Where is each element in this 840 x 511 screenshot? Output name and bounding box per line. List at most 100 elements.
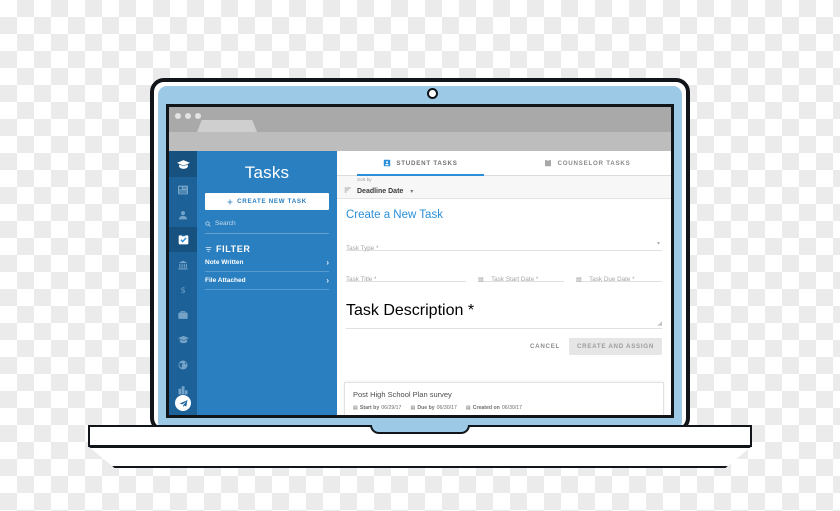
sidebar-item-list[interactable] bbox=[169, 177, 197, 202]
task-description-label: Task Description * bbox=[346, 302, 475, 319]
filter-heading-label: FILTER bbox=[216, 244, 251, 254]
search-icon bbox=[205, 220, 211, 227]
traffic-lights bbox=[175, 113, 201, 119]
calendar-icon: ▤ bbox=[410, 405, 416, 411]
task-title-label: Task Title * bbox=[346, 276, 377, 283]
sort-icon bbox=[344, 187, 351, 193]
tasks-panel: Tasks CREATE NEW TASK Search FILTER Note… bbox=[197, 151, 337, 415]
form-actions: CANCEL CREATE AND ASSIGN bbox=[346, 338, 662, 355]
list-icon bbox=[178, 185, 188, 194]
paper-plane-icon bbox=[179, 399, 187, 407]
sort-by-label: Sort by bbox=[357, 177, 372, 182]
sidebar-item-explore[interactable] bbox=[169, 352, 197, 377]
filter-item-label: File Attached bbox=[205, 277, 246, 284]
task-start-date-input[interactable]: ▤ Task Start Date * bbox=[478, 268, 564, 283]
task-title-date-row: Task Title * ▤ Task Start Date * ▤ Task … bbox=[346, 268, 662, 283]
filter-heading: FILTER bbox=[205, 244, 329, 254]
create-and-assign-button[interactable]: CREATE AND ASSIGN bbox=[569, 338, 662, 355]
sidebar-item-finance[interactable]: $ bbox=[169, 277, 197, 302]
globe-icon bbox=[178, 360, 188, 369]
resize-handle-icon[interactable]: ◢ bbox=[657, 320, 662, 327]
sidebar-item-colleges[interactable] bbox=[169, 327, 197, 352]
cancel-button[interactable]: CANCEL bbox=[530, 343, 560, 350]
camera-icon bbox=[427, 88, 438, 99]
create-task-form: Create a New Task Task Type * ▾ Task Tit… bbox=[337, 199, 671, 355]
graduation-cap-icon bbox=[177, 335, 189, 344]
tab-label: STUDENT TASKS bbox=[396, 159, 458, 167]
tab-bar: STUDENT TASKS COUNSELOR TASKS bbox=[337, 151, 671, 176]
search-placeholder: Search bbox=[215, 220, 236, 227]
sidebar-item-institutions[interactable] bbox=[169, 252, 197, 277]
sort-bar[interactable]: Sort by Deadline Date ▾ bbox=[337, 176, 671, 199]
tab-counselor-tasks[interactable]: COUNSELOR TASKS bbox=[504, 151, 671, 175]
calendar-icon: ▤ bbox=[353, 405, 358, 411]
send-fab-button[interactable] bbox=[175, 395, 191, 411]
chevron-down-icon: ▾ bbox=[656, 241, 660, 247]
filter-item-file-attached[interactable]: File Attached › bbox=[205, 272, 329, 290]
close-dot-icon[interactable] bbox=[175, 113, 181, 119]
task-due-date-input[interactable]: ▤ Task Due Date * bbox=[576, 268, 662, 283]
graduation-cap-icon bbox=[176, 159, 190, 169]
task-due-prefix: Due by bbox=[417, 405, 435, 411]
laptop-base-bottom bbox=[88, 446, 752, 468]
sidebar-item-careers[interactable] bbox=[169, 302, 197, 327]
laptop-screen: $ Tasks CREATE NEW TASK Search FILTER No… bbox=[166, 104, 674, 418]
app-logo[interactable] bbox=[169, 151, 197, 177]
calendar-icon: ▤ bbox=[576, 277, 582, 283]
create-new-task-label: CREATE NEW TASK bbox=[237, 198, 307, 205]
task-due-meta: ▤ Due by 06/30/17 bbox=[410, 405, 456, 411]
create-new-task-button[interactable]: CREATE NEW TASK bbox=[205, 193, 329, 210]
laptop-hinge-notch bbox=[370, 425, 470, 434]
tab-label: COUNSELOR TASKS bbox=[557, 159, 631, 167]
task-start-date-label: Task Start Date * bbox=[491, 276, 539, 283]
person-icon bbox=[178, 210, 188, 219]
sidebar-item-tasks[interactable] bbox=[169, 227, 197, 252]
sidebar-item-person[interactable] bbox=[169, 202, 197, 227]
task-title-input[interactable]: Task Title * bbox=[346, 268, 466, 283]
calendar-icon: ▤ bbox=[465, 405, 471, 411]
task-start-meta: ▤ Start by 06/29/17 bbox=[353, 405, 401, 411]
maximize-dot-icon[interactable] bbox=[195, 113, 201, 119]
minimize-dot-icon[interactable] bbox=[185, 113, 191, 119]
task-type-select[interactable]: Task Type * ▾ bbox=[346, 237, 662, 252]
filter-icon bbox=[205, 246, 212, 252]
form-title: Create a New Task bbox=[346, 209, 443, 221]
chevron-right-icon: › bbox=[326, 276, 329, 285]
calendar-icon: ▤ bbox=[478, 277, 484, 283]
clipboard-icon bbox=[545, 159, 552, 167]
task-due-date-label: Task Due Date * bbox=[589, 276, 635, 283]
browser-chrome bbox=[169, 107, 671, 151]
clipboard-person-icon bbox=[384, 159, 391, 167]
filter-item-label: Note Written bbox=[205, 259, 244, 266]
search-input[interactable]: Search bbox=[205, 220, 329, 234]
task-start-value: 06/29/17 bbox=[381, 405, 402, 411]
task-created-prefix: Created on bbox=[472, 405, 500, 411]
dollar-icon: $ bbox=[181, 285, 186, 295]
tab-student-tasks[interactable]: STUDENT TASKS bbox=[337, 151, 504, 176]
main-content: STUDENT TASKS COUNSELOR TASKS Sort by De… bbox=[337, 151, 671, 415]
task-card-meta: ▤ Start by 06/29/17 ▤ Due by 06/30/17 ▤ … bbox=[353, 405, 655, 411]
briefcase-icon bbox=[178, 310, 188, 319]
task-due-value: 06/30/17 bbox=[436, 405, 457, 411]
chart-building-icon bbox=[178, 385, 188, 394]
task-card-title: Post High School Plan survey bbox=[353, 390, 452, 399]
chevron-down-icon[interactable]: ▾ bbox=[410, 188, 413, 195]
panel-title: Tasks bbox=[244, 163, 290, 182]
task-card[interactable]: Post High School Plan survey ▤ Start by … bbox=[344, 382, 664, 415]
filter-item-note-written[interactable]: Note Written › bbox=[205, 254, 329, 272]
bank-icon bbox=[178, 260, 188, 269]
chevron-right-icon: › bbox=[326, 258, 329, 267]
icon-rail: $ bbox=[169, 151, 197, 415]
task-description-textarea[interactable]: Task Description * ◢ bbox=[346, 302, 662, 329]
task-start-prefix: Start by bbox=[359, 405, 380, 411]
browser-url-bar[interactable] bbox=[169, 132, 671, 151]
laptop-mockup: $ Tasks CREATE NEW TASK Search FILTER No… bbox=[0, 0, 840, 511]
app-root: $ Tasks CREATE NEW TASK Search FILTER No… bbox=[169, 151, 671, 415]
task-type-label: Task Type * bbox=[346, 245, 379, 252]
browser-tab[interactable] bbox=[197, 120, 257, 132]
task-created-value: 06/30/17 bbox=[501, 405, 523, 411]
svg-text:$: $ bbox=[181, 285, 186, 295]
task-created-meta: ▤ Created on 06/30/17 bbox=[466, 405, 522, 411]
plus-icon bbox=[227, 199, 233, 204]
sort-value: Deadline Date bbox=[357, 188, 404, 195]
